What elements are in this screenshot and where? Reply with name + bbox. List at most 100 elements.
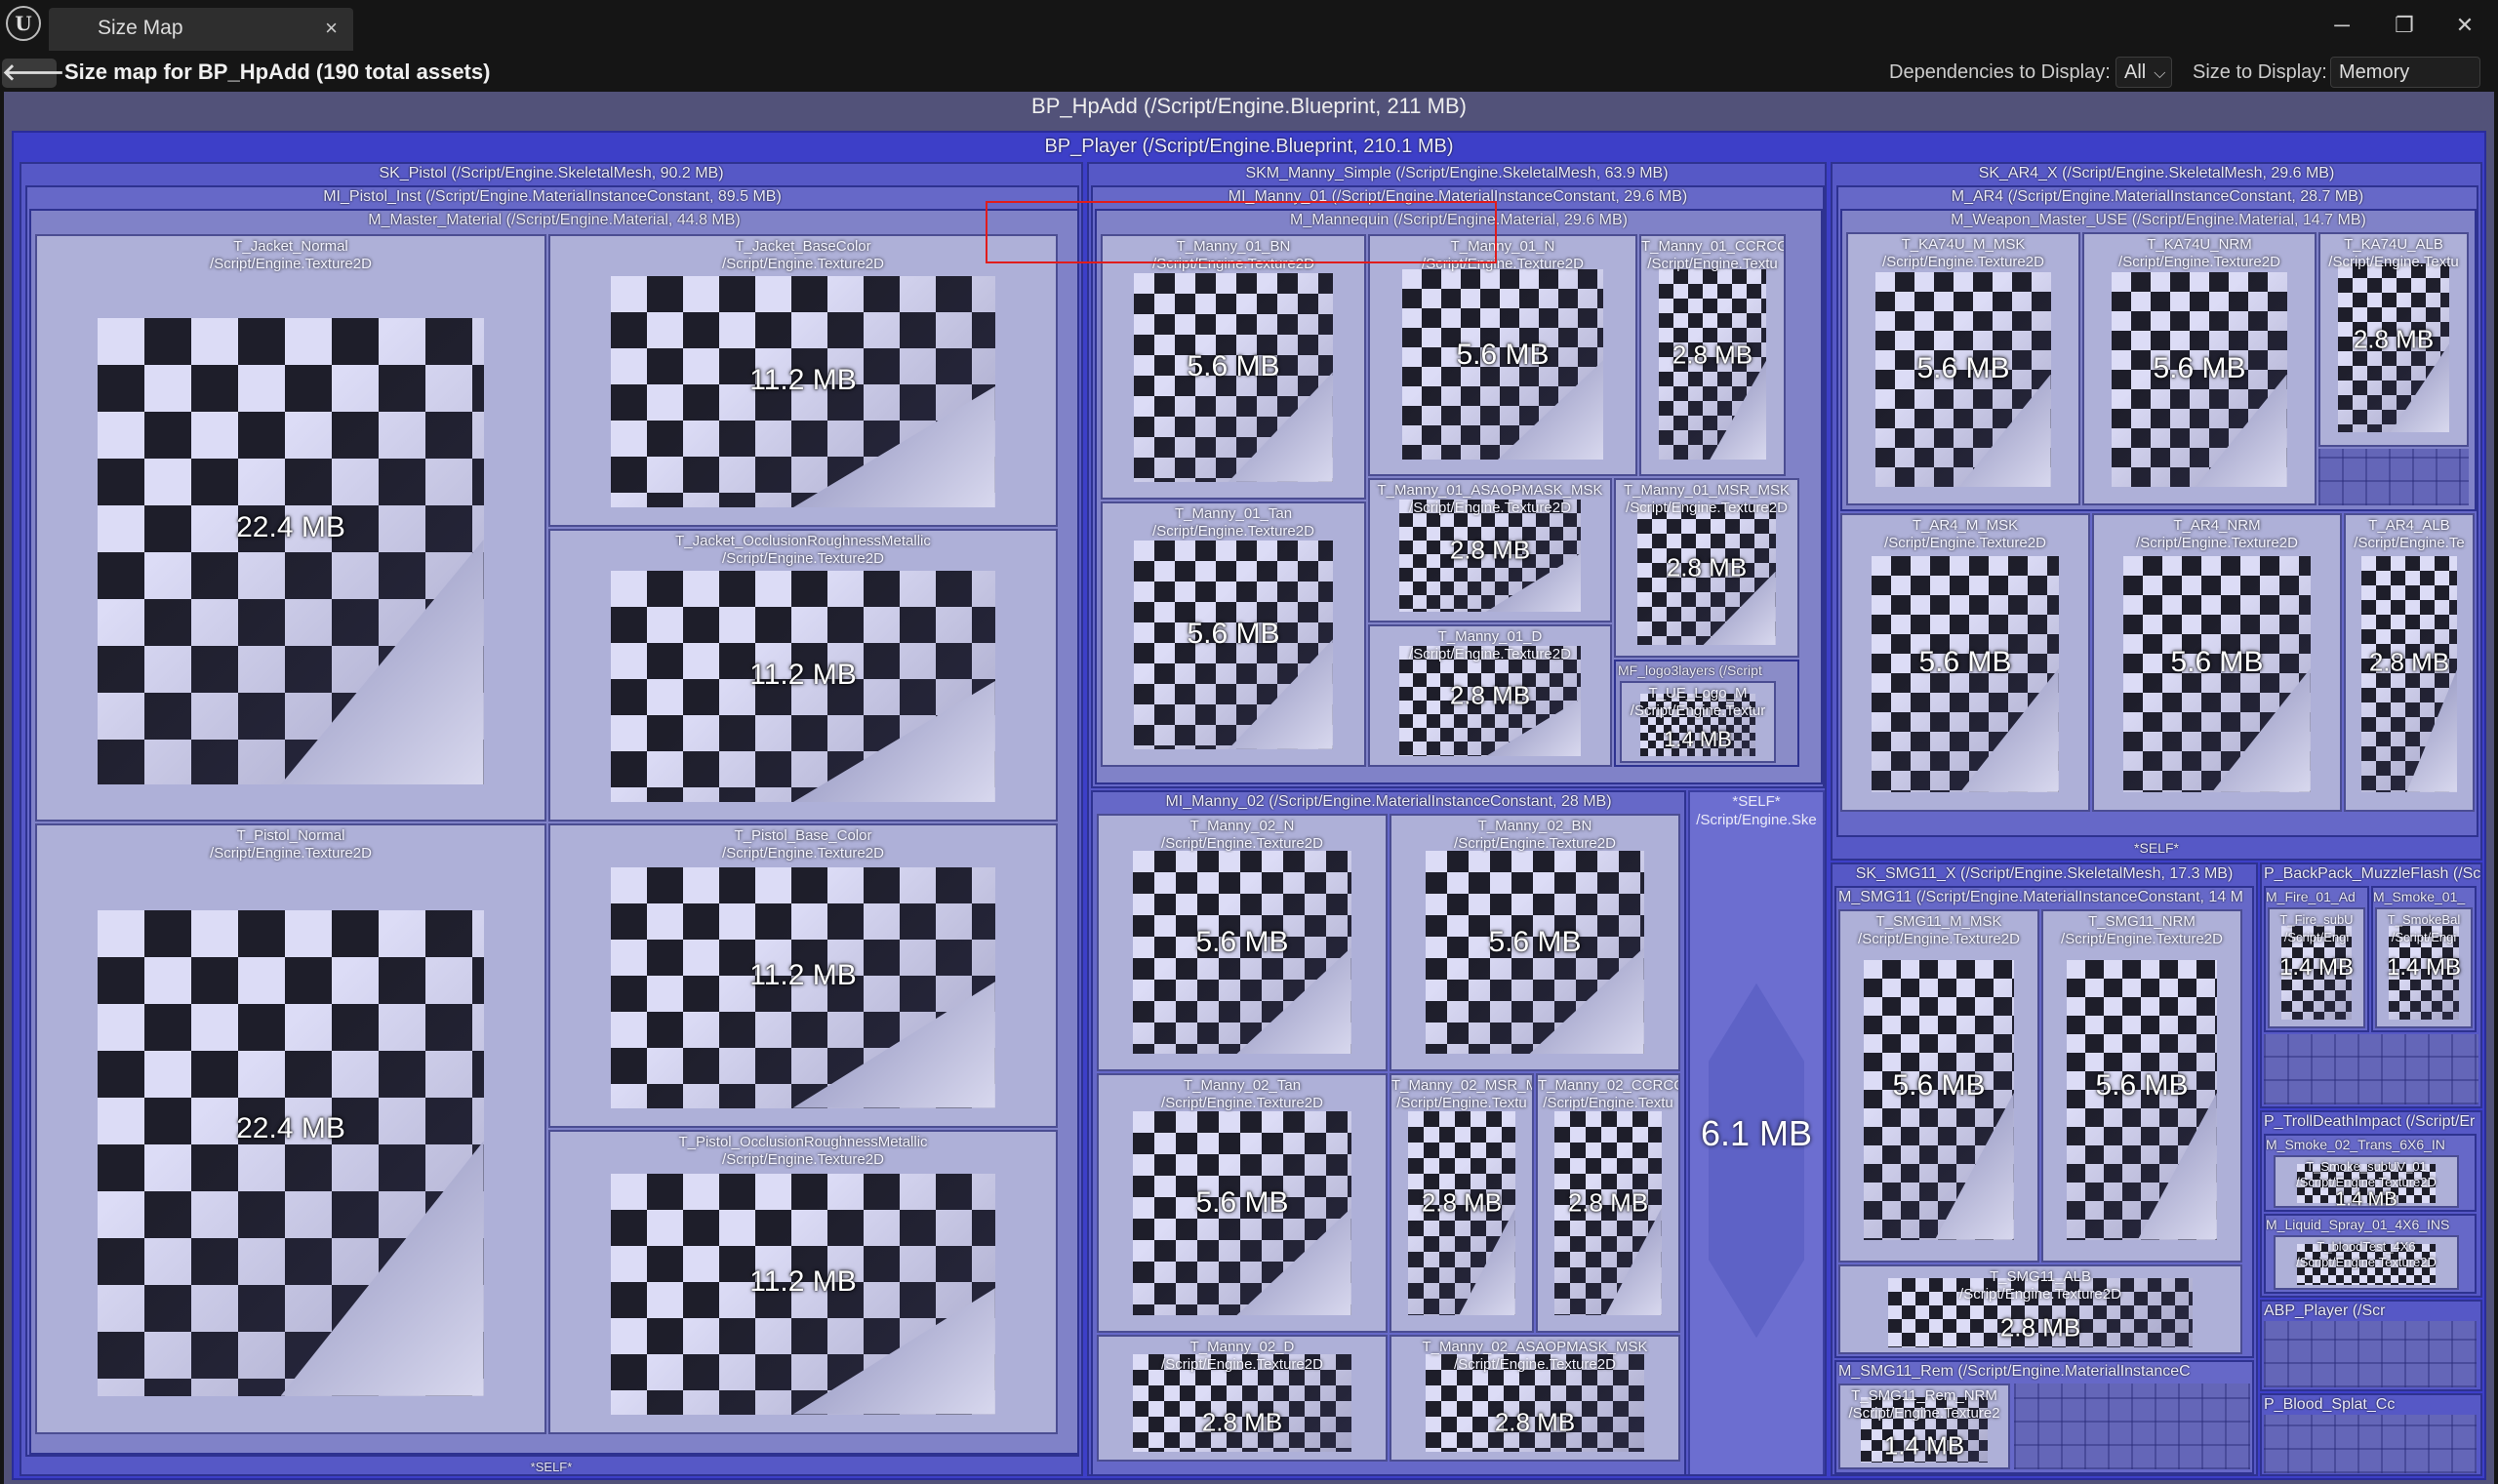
bp-player-node[interactable]: BP_Player (/Script/Engine.Blueprint, 210… — [12, 131, 2486, 1480]
texture-class: /Script/Engine.Texture2D — [1959, 1286, 2121, 1303]
p-blood-splat-node[interactable]: P_Blood_Splat_Cc — [2260, 1393, 2482, 1476]
back-button[interactable]: 🡐 — [2, 59, 64, 88]
texture-class: /Script/Engine.Texture2D — [1422, 256, 1584, 272]
texture-class: /Script/Engine.Textu — [1647, 256, 1778, 272]
tab-size-map[interactable]: Size Map × — [49, 8, 353, 51]
texture-name: T_SMG11_NRM — [2088, 913, 2196, 930]
sk-pistol-node[interactable]: SK_Pistol (/Script/Engine.SkeletalMesh, … — [20, 162, 1083, 1476]
tab-title: Size Map — [98, 17, 183, 39]
m-smg11-rem-node[interactable]: M_SMG11_Rem (/Script/Engine.MaterialInst… — [1834, 1360, 2254, 1474]
texture-class: /Script/Engine.Texture2 — [1848, 1405, 2000, 1422]
m-fire-node[interactable]: M_Fire_01_Ad T_Fire_subU/Script/Engi 1.4… — [2264, 886, 2369, 1032]
texture-tile[interactable]: T_Manny_01_D/Script/Engine.Texture2D 2.8… — [1368, 624, 1612, 767]
small-assets-cluster[interactable] — [2014, 1384, 2250, 1469]
texture-tile[interactable]: T_Pistol_Base_Color/Script/Engine.Textur… — [548, 823, 1058, 1128]
m-liquid-spray-label: M_Liquid_Spray_01_4X6_INS — [2266, 1217, 2450, 1232]
texture-class: /Script/Engine.Texture2D — [1858, 931, 2020, 947]
texture-class: /Script/Engine.Texture2D — [210, 256, 372, 272]
texture-name: T_Jacket_OcclusionRoughnessMetallic — [675, 533, 931, 549]
texture-name: T_SMG11_Rem_NRM — [1851, 1387, 1997, 1404]
p-backpack-muzzleflash-node[interactable]: P_BackPack_MuzzleFlash (/Scr M_Fire_01_A… — [2260, 862, 2482, 1108]
texture-tile[interactable]: T_Manny_01_Tan/Script/Engine.Texture2D 5… — [1101, 501, 1366, 767]
texture-name: T_bloodTest_4X6 — [2317, 1239, 2416, 1254]
texture-tile[interactable]: T_Smoke_subUV_01/Script/Engine.Texture2D… — [2274, 1155, 2459, 1208]
texture-tile[interactable]: T_Manny_01_MSR_MSK/Script/Engine.Texture… — [1614, 478, 1799, 658]
m-ar4-node[interactable]: M_AR4 (/Script/Engine.MaterialInstanceCo… — [1836, 185, 2478, 837]
texture-tile[interactable]: T_bloodTest_4X6/Script/Engine.Texture2D — [2274, 1235, 2459, 1290]
small-assets-cluster[interactable] — [2264, 1415, 2477, 1473]
texture-tile[interactable]: T_Jacket_BaseColor/Script/Engine.Texture… — [548, 234, 1058, 527]
m-weapon-master-label: M_Weapon_Master_USE (/Script/Engine.Mate… — [1951, 212, 2366, 228]
dependencies-combo[interactable]: All ⌵ — [2115, 57, 2172, 88]
texture-name: T_Manny_01_CCRCC — [1641, 238, 1784, 255]
texture-tile[interactable]: T_Manny_01_CCRCC/Script/Engine.Textu 2.8… — [1639, 234, 1786, 476]
texture-name: T_Pistol_Normal — [236, 827, 345, 844]
manny-self-node[interactable]: *SELF* /Script/Engine.Ske 6.1 MB — [1688, 790, 1825, 1474]
texture-tile[interactable]: T_Manny_02_MSR_M/Script/Engine.Textu 2.8… — [1390, 1073, 1534, 1333]
texture-tile[interactable]: T_UE_Logo_M/Script/Engine.Textur 1.4 MB — [1620, 681, 1776, 763]
m-smoke-node[interactable]: M_Smoke_01_ T_SmokeBal/Script/Engi 1.4 M… — [2371, 886, 2477, 1032]
texture-size: 5.6 MB — [1195, 1186, 1289, 1219]
minimize-button[interactable]: ─ — [2313, 6, 2371, 45]
size-to-display-label: Size to Display: — [2193, 61, 2327, 83]
small-assets-cluster[interactable] — [2318, 449, 2469, 505]
texture-name: T_Manny_02_D — [1189, 1339, 1295, 1355]
texture-tile[interactable]: T_KA74U_ALB/Script/Engine.Textu 2.8 MB — [2318, 232, 2469, 447]
mi-manny-01-node[interactable]: MI_Manny_01 (/Script/Engine.MaterialInst… — [1091, 185, 1825, 788]
mf-logo3layers-node[interactable]: MF_logo3layers (/Script T_UE_Logo_M/Scri… — [1614, 660, 1799, 767]
texture-tile[interactable]: T_Jacket_OcclusionRoughnessMetallic/Scri… — [548, 529, 1058, 822]
sk-ar4-node[interactable]: SK_AR4_X (/Script/Engine.SkeletalMesh, 2… — [1831, 162, 2482, 861]
texture-tile[interactable]: T_SMG11_NRM/Script/Engine.Texture2D 5.6 … — [2041, 909, 2242, 1263]
mi-pistol-inst-node[interactable]: MI_Pistol_Inst (/Script/Engine.MaterialI… — [25, 185, 1079, 1457]
texture-tile[interactable]: T_SmokeBal/Script/Engi 1.4 MB — [2375, 907, 2473, 1028]
skm-manny-simple-node[interactable]: SKM_Manny_Simple (/Script/Engine.Skeleta… — [1087, 162, 1827, 1476]
texture-tile[interactable]: T_AR4_M_MSK/Script/Engine.Texture2D 5.6 … — [1840, 513, 2090, 812]
mi-manny-02-label: MI_Manny_02 (/Script/Engine.MaterialInst… — [1165, 793, 1612, 810]
texture-class: /Script/Engine.Textu — [1543, 1095, 1673, 1111]
texture-size: 1.4 MB — [2335, 1188, 2397, 1208]
texture-tile[interactable]: T_SMG11_ALB/Script/Engine.Texture2D 2.8 … — [1838, 1264, 2242, 1354]
texture-tile[interactable]: T_Manny_02_D/Script/Engine.Texture2D 2.8… — [1097, 1335, 1388, 1462]
texture-tile[interactable]: T_KA74U_M_MSK/Script/Engine.Texture2D 5.… — [1846, 232, 2080, 505]
texture-tile[interactable]: T_Pistol_Normal/Script/Engine.Texture2D … — [35, 823, 546, 1434]
texture-class: /Script/Engine.Texture2D — [722, 550, 884, 567]
m-weapon-master-node[interactable]: M_Weapon_Master_USE (/Script/Engine.Mate… — [1840, 209, 2477, 511]
close-window-button[interactable]: ✕ — [2436, 6, 2494, 45]
texture-size: 5.6 MB — [1488, 926, 1582, 958]
m-smg11-node[interactable]: M_SMG11 (/Script/Engine.MaterialInstance… — [1834, 886, 2254, 1358]
mi-pistol-inst-label: MI_Pistol_Inst (/Script/Engine.MaterialI… — [323, 188, 782, 205]
m-smoke-02-node[interactable]: M_Smoke_02_Trans_6X6_IN T_Smoke_subUV_01… — [2264, 1134, 2477, 1212]
texture-tile[interactable]: T_Manny_02_ASAOPMASK_MSK/Script/Engine.T… — [1390, 1335, 1680, 1462]
texture-tile[interactable]: T_Manny_01_BN/Script/Engine.Texture2D 5.… — [1101, 234, 1366, 500]
maximize-button[interactable]: ❐ — [2375, 6, 2434, 45]
texture-tile[interactable]: T_KA74U_NRM/Script/Engine.Texture2D 5.6 … — [2082, 232, 2317, 505]
small-assets-cluster[interactable] — [2264, 1321, 2477, 1387]
texture-tile[interactable]: T_Manny_01_N/Script/Engine.Texture2D 5.6… — [1368, 234, 1637, 476]
texture-tile[interactable]: T_Manny_02_N/Script/Engine.Texture2D 5.6… — [1097, 814, 1388, 1071]
size-to-display-combo[interactable]: Memory Size⌵ — [2330, 57, 2480, 112]
m-master-material-node[interactable]: M_Master_Material (/Script/Engine.Materi… — [29, 209, 1077, 1455]
texture-tile[interactable]: T_Manny_02_BN/Script/Engine.Texture2D 5.… — [1390, 814, 1680, 1071]
texture-class: /Script/Engine.Textu — [2328, 254, 2459, 270]
texture-tile[interactable]: T_SMG11_Rem_NRM/Script/Engine.Texture2 1… — [1838, 1384, 2010, 1469]
texture-tile[interactable]: T_Manny_01_ASAOPMASK_MSK/Script/Engine.T… — [1368, 478, 1612, 622]
texture-tile[interactable]: T_Jacket_Normal/Script/Engine.Texture2D … — [35, 234, 546, 822]
p-trolldeathimpact-node[interactable]: P_TrollDeathImpact (/Script/Er M_Smoke_0… — [2260, 1110, 2482, 1298]
sk-smg11-node[interactable]: SK_SMG11_X (/Script/Engine.SkeletalMesh,… — [1831, 862, 2258, 1476]
small-assets-cluster[interactable] — [2264, 1034, 2478, 1104]
texture-tile[interactable]: T_Manny_02_CCRCC/Script/Engine.Textu 2.8… — [1536, 1073, 1680, 1333]
mi-manny-01-label: MI_Manny_01 (/Script/Engine.MaterialInst… — [1228, 188, 1688, 205]
texture-tile[interactable]: T_AR4_NRM/Script/Engine.Texture2D 5.6 MB — [2092, 513, 2342, 812]
size-map-viewport[interactable]: BP_HpAdd (/Script/Engine.Blueprint, 211 … — [4, 92, 2494, 1484]
texture-tile[interactable]: T_AR4_ALB/Script/Engine.Te 2.8 MB — [2344, 513, 2475, 812]
texture-tile[interactable]: T_SMG11_M_MSK/Script/Engine.Texture2D 5.… — [1838, 909, 2039, 1263]
m-mannequin-node[interactable]: M_Mannequin (/Script/Engine.Material, 29… — [1095, 209, 1823, 784]
texture-tile[interactable]: T_Fire_subU/Script/Engi 1.4 MB — [2268, 907, 2365, 1028]
m-liquid-spray-node[interactable]: M_Liquid_Spray_01_4X6_INS T_bloodTest_4X… — [2264, 1214, 2477, 1294]
abp-player-node[interactable]: ABP_Player (/Scr — [2260, 1300, 2482, 1391]
texture-tile[interactable]: T_Pistol_OcclusionRoughnessMetallic/Scri… — [548, 1130, 1058, 1434]
mi-manny-02-node[interactable]: MI_Manny_02 (/Script/Engine.MaterialInst… — [1091, 790, 1686, 1474]
tab-close-icon[interactable]: × — [325, 8, 338, 49]
texture-size: 11.2 MB — [749, 659, 857, 691]
texture-tile[interactable]: T_Manny_02_Tan/Script/Engine.Texture2D 5… — [1097, 1073, 1388, 1333]
